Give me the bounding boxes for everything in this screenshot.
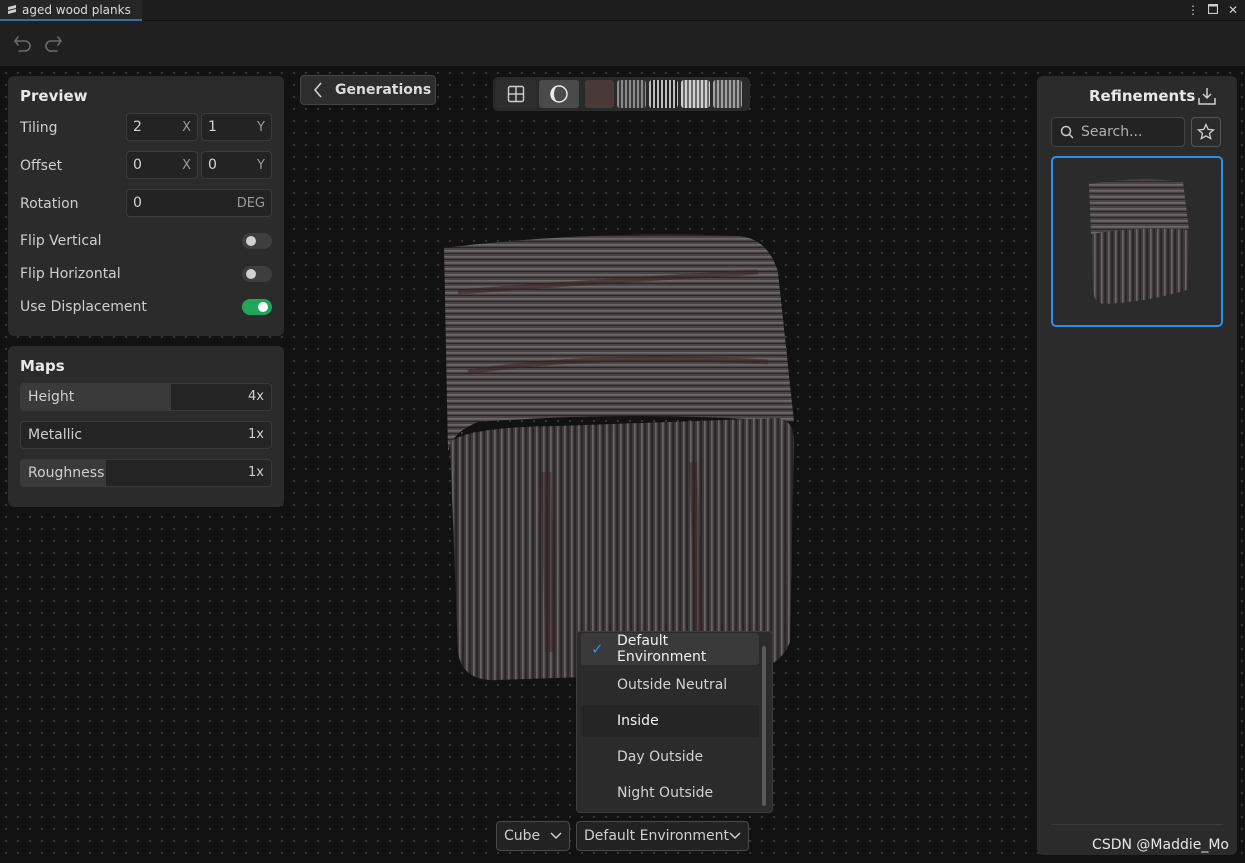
- refinements-search-input[interactable]: Search...: [1051, 117, 1185, 147]
- environment-option-label: Inside: [617, 713, 659, 729]
- tiling-y-value: 1: [208, 119, 217, 135]
- generations-back-button[interactable]: Generations: [300, 75, 436, 105]
- close-icon[interactable]: ✕: [1227, 2, 1239, 18]
- grid-view-icon: [507, 85, 525, 103]
- environment-dropdown-menu: ✓ Default Environment Outside Neutral In…: [576, 631, 773, 813]
- shape-select[interactable]: Cube: [496, 821, 570, 851]
- offset-x-unit: X: [182, 157, 191, 173]
- environment-select[interactable]: Default Environment: [576, 821, 749, 851]
- tiling-y-field[interactable]: 1 Y: [201, 113, 272, 141]
- height-swatch[interactable]: [649, 80, 678, 108]
- material-preview-cube[interactable]: [438, 232, 800, 684]
- refinements-panel: Refinements Search...: [1037, 76, 1237, 855]
- tiling-x-unit: X: [182, 119, 191, 135]
- environment-option-inside[interactable]: Inside: [581, 705, 759, 737]
- refinement-cube-image: [1089, 179, 1189, 304]
- environment-option-outside-neutral[interactable]: Outside Neutral: [581, 669, 759, 701]
- metallic-map-label: Metallic: [28, 427, 83, 443]
- environment-option-default[interactable]: ✓ Default Environment: [581, 633, 759, 665]
- offset-x-value: 0: [133, 157, 142, 173]
- environment-option-label: Default Environment: [617, 633, 707, 665]
- download-icon[interactable]: [1197, 86, 1217, 106]
- refinements-title: Refinements: [1089, 87, 1196, 105]
- environment-option-night-outside[interactable]: Night Outside: [581, 777, 759, 809]
- offset-label: Offset: [20, 158, 63, 174]
- undo-icon[interactable]: [12, 33, 34, 55]
- check-icon: ✓: [591, 640, 604, 658]
- title-bar: aged wood planks ⋮ ✕: [0, 0, 1245, 21]
- preview-title: Preview: [20, 87, 88, 105]
- search-placeholder: Search...: [1081, 124, 1143, 140]
- environment-option-label: Outside Neutral: [617, 677, 728, 693]
- maximize-icon[interactable]: [1207, 2, 1219, 18]
- maps-panel: Maps Height 4x Metallic 1x Roughness 1x: [8, 346, 284, 507]
- chevron-down-icon: [729, 832, 741, 840]
- toolbar: [0, 21, 1245, 67]
- document-tab[interactable]: aged wood planks: [0, 0, 142, 21]
- roughness-map-label: Roughness: [28, 465, 105, 481]
- document-tab-title: aged wood planks: [22, 2, 131, 17]
- app-logo-icon: [8, 4, 16, 14]
- preview-panel: Preview Tiling 2 X 1 Y Offset 0 X 0 Y Ro…: [8, 76, 284, 336]
- watermark: CSDN @Maddie_Mo: [1092, 837, 1229, 853]
- tiling-x-field[interactable]: 2 X: [126, 113, 198, 141]
- chevron-down-icon: [550, 832, 562, 840]
- view-mode-bar: [493, 77, 750, 111]
- rotation-label: Rotation: [20, 196, 79, 212]
- offset-y-field[interactable]: 0 Y: [201, 151, 272, 179]
- rotation-field[interactable]: 0 DEG: [126, 189, 272, 217]
- flip-vertical-toggle[interactable]: [242, 233, 272, 249]
- tiling-label: Tiling: [20, 120, 58, 136]
- normal-swatch[interactable]: [617, 80, 646, 108]
- rotation-unit: DEG: [236, 195, 265, 211]
- tiling-x-value: 2: [133, 119, 142, 135]
- shape-select-value: Cube: [504, 828, 541, 844]
- base-color-swatch[interactable]: [585, 80, 614, 108]
- redo-icon[interactable]: [42, 33, 64, 55]
- tiling-y-unit: Y: [257, 119, 265, 135]
- flip-vertical-label: Flip Vertical: [20, 233, 102, 249]
- search-icon: [1060, 125, 1074, 139]
- ambient-occlusion-swatch[interactable]: [713, 80, 742, 108]
- star-icon: [1197, 123, 1215, 140]
- environment-option-label: Day Outside: [617, 749, 704, 765]
- environment-option-day-outside[interactable]: Day Outside: [581, 741, 759, 773]
- metallic-map-value: 1x: [248, 427, 264, 442]
- maps-title: Maps: [20, 357, 65, 375]
- grid-view-button[interactable]: [496, 80, 536, 108]
- offset-y-value: 0: [208, 157, 217, 173]
- favorites-button[interactable]: [1191, 117, 1221, 147]
- use-displacement-toggle[interactable]: [242, 299, 272, 315]
- chevron-left-icon: [313, 82, 322, 98]
- more-icon[interactable]: ⋮: [1187, 2, 1199, 18]
- metallic-map-slider[interactable]: Metallic 1x: [20, 421, 272, 449]
- generations-label: Generations: [335, 82, 432, 98]
- roughness-map-slider[interactable]: Roughness 1x: [20, 459, 272, 487]
- environment-option-label: Night Outside: [617, 785, 714, 801]
- height-map-value: 4x: [248, 389, 264, 404]
- environment-select-value: Default Environment: [584, 828, 729, 844]
- roughness-map-value: 1x: [248, 465, 264, 480]
- refinement-thumbnail[interactable]: [1051, 156, 1223, 327]
- height-map-slider[interactable]: Height 4x: [20, 383, 272, 411]
- offset-y-unit: Y: [257, 157, 265, 173]
- flip-horizontal-label: Flip Horizontal: [20, 266, 121, 282]
- height-map-label: Height: [28, 389, 75, 405]
- use-displacement-label: Use Displacement: [20, 299, 147, 315]
- dropdown-scrollbar[interactable]: [762, 646, 766, 806]
- roughness-swatch[interactable]: [681, 80, 710, 108]
- rotation-value: 0: [133, 195, 142, 211]
- sphere-view-button[interactable]: [539, 80, 579, 108]
- flip-horizontal-toggle[interactable]: [242, 266, 272, 282]
- refinements-divider: [1051, 824, 1223, 825]
- sphere-view-icon: [550, 85, 568, 103]
- offset-x-field[interactable]: 0 X: [126, 151, 198, 179]
